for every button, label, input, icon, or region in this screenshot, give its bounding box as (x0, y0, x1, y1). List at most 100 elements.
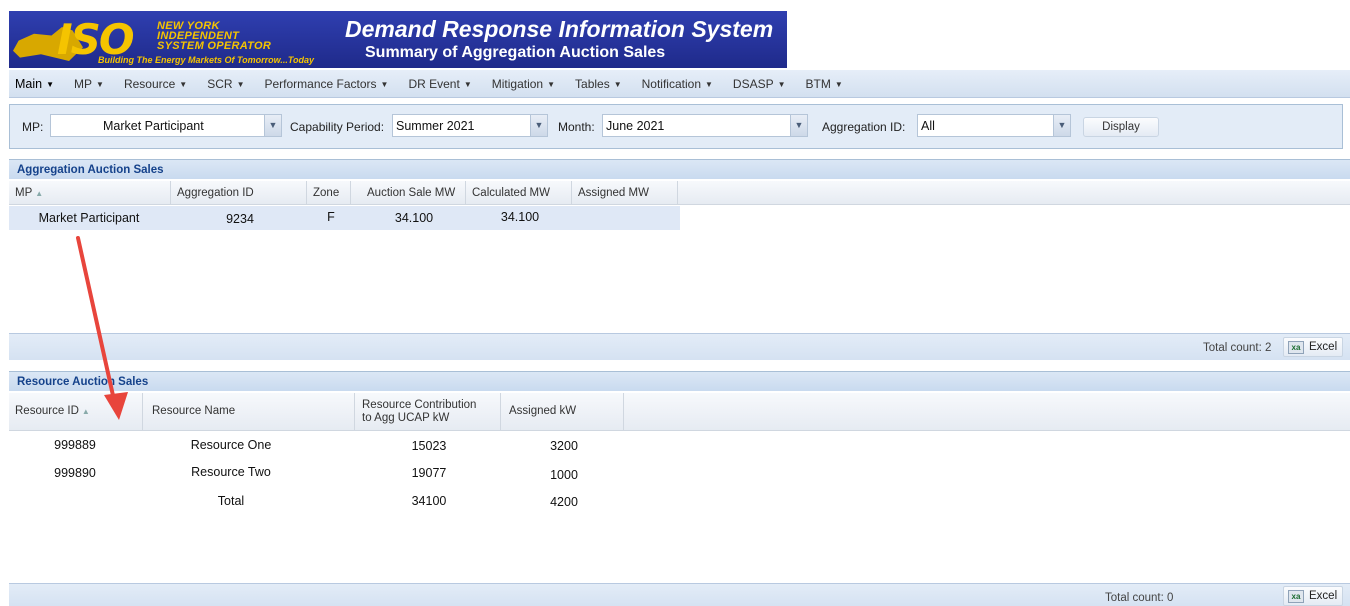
menu-mitigation-label: Mitigation (491, 76, 544, 91)
mp-select[interactable]: Market Participant ▼ (50, 114, 282, 137)
col-resource-contribution-line2: to Agg UCAP kW (362, 412, 450, 424)
menu-btm-label: BTM (805, 76, 831, 91)
aggregation-id-value: All (921, 119, 935, 133)
table-row[interactable]: 999889 Resource One 15023 3200 (9, 432, 624, 458)
cell-resource-contribution: 34100 (411, 494, 447, 508)
cell-assigned-kw: 1000 (550, 468, 578, 482)
menu-btm[interactable]: BTM ▼ (796, 77, 853, 91)
chevron-down-icon: ▼ (547, 79, 556, 89)
banner-background: ISO NEW YORK INDEPENDENT SYSTEM OPERATOR… (9, 11, 787, 68)
chevron-down-icon[interactable]: ▼ (264, 115, 281, 136)
cell-calculated-mw: 34.100 (500, 210, 540, 224)
cell-resource-id: 999889 (54, 438, 96, 452)
chevron-down-icon[interactable]: ▼ (790, 115, 807, 136)
chevron-down-icon[interactable]: ▼ (1053, 115, 1070, 136)
aggregation-panel-title: Aggregation Auction Sales (9, 159, 1350, 179)
cell-resource-contribution: 19077 (411, 466, 447, 480)
month-select[interactable]: June 2021 ▼ (602, 114, 808, 137)
resource-footer: Total count: 0 xa Excel (9, 583, 1350, 606)
chevron-down-icon: ▼ (613, 79, 622, 89)
col-mp-label: MP (15, 187, 33, 199)
menu-mp-label: MP (74, 76, 93, 91)
col-calculated-mw[interactable]: Calculated MW (466, 181, 572, 204)
col-resource-name[interactable]: Resource Name (143, 393, 355, 430)
display-button[interactable]: Display (1083, 117, 1159, 137)
resource-grid-header: Resource ID ▲ Resource Name Resource Cont… (9, 393, 1350, 431)
capability-period-select[interactable]: Summer 2021 ▼ (392, 114, 548, 137)
cell-resource-name: Resource One (190, 438, 272, 452)
sort-asc-icon: ▲ (81, 407, 90, 416)
aggregation-grid-header: MP ▲ Aggregation ID Zone Auction Sale MW … (9, 181, 1350, 205)
resource-panel-title: Resource Auction Sales (9, 371, 1350, 391)
col-assigned-kw[interactable]: Assigned kW (501, 393, 624, 430)
menu-performance-factors[interactable]: Performance Factors ▼ (254, 77, 398, 91)
menu-mp[interactable]: MP ▼ (64, 77, 114, 91)
mp-select-value: Market Participant (103, 119, 204, 133)
aggregation-grid-body: Market Participant 9234 F 34.100 34.100 (9, 206, 1350, 330)
col-aggregation-id[interactable]: Aggregation ID (171, 181, 307, 204)
chevron-down-icon: ▼ (236, 79, 245, 89)
chevron-down-icon[interactable]: ▼ (530, 115, 547, 136)
aggregation-total-count: Total count: 2 (1203, 342, 1272, 354)
menu-resource[interactable]: Resource ▼ (114, 77, 197, 91)
chevron-down-icon: ▼ (463, 79, 472, 89)
col-resource-contribution[interactable]: Resource Contribution to Agg UCAP kW (355, 393, 501, 430)
cell-assigned-kw: 4200 (550, 495, 578, 509)
aggregation-id-label: Aggregation ID: (822, 120, 906, 134)
col-auction-sale-mw[interactable]: Auction Sale MW (351, 181, 466, 204)
col-resource-id[interactable]: Resource ID ▲ (9, 393, 143, 430)
cell-assigned-kw: 3200 (550, 439, 578, 453)
logo-tagline: Building The Energy Markets Of Tomorrow.… (98, 55, 315, 65)
resource-excel-button[interactable]: xa Excel (1283, 586, 1343, 606)
aggregation-footer: Total count: 2 xa Excel (9, 333, 1350, 360)
cell-mp: Market Participant (38, 211, 140, 225)
cell-resource-id: 999890 (54, 466, 96, 480)
chevron-down-icon: ▼ (380, 79, 389, 89)
cell-zone: F (327, 210, 335, 224)
menu-main[interactable]: Main ▼ (9, 77, 64, 91)
menu-scr-label: SCR (207, 76, 233, 91)
menu-dsasp-label: DSASP (732, 76, 774, 91)
cell-resource-name: Resource Two (191, 465, 271, 479)
chevron-down-icon: ▼ (179, 79, 188, 89)
nyiso-logo: ISO NEW YORK INDEPENDENT SYSTEM OPERATOR… (13, 17, 343, 65)
filter-panel: MP: Market Participant ▼ Capability Peri… (9, 104, 1343, 149)
capability-period-label: Capability Period: (290, 120, 385, 134)
col-zone[interactable]: Zone (307, 181, 351, 204)
menu-main-label: Main (15, 76, 43, 91)
main-menu-bar: Main ▼ MP ▼ Resource ▼ SCR ▼ Performance Fac… (9, 70, 1350, 98)
menu-notification[interactable]: Notification ▼ (632, 77, 723, 91)
capability-period-value: Summer 2021 (396, 119, 475, 133)
menu-dr-event[interactable]: DR Event ▼ (398, 77, 481, 91)
chevron-down-icon: ▼ (46, 79, 55, 89)
resource-total-count: Total count: 0 (1105, 592, 1174, 604)
mp-label: MP: (22, 120, 44, 134)
app-title: Demand Response Information System (345, 16, 774, 42)
table-row[interactable]: 999890 Resource Two 19077 1000 (9, 459, 624, 485)
cell-aggregation-id: 9234 (226, 212, 254, 226)
cell-resource-name: Total (217, 494, 245, 508)
aggregation-excel-button[interactable]: xa Excel (1283, 337, 1343, 357)
month-label: Month: (558, 120, 595, 134)
menu-mitigation[interactable]: Mitigation ▼ (482, 77, 565, 91)
menu-scr[interactable]: SCR ▼ (197, 77, 254, 91)
resource-grid-body: 999889 Resource One 15023 3200 999890 Re… (9, 432, 1350, 582)
col-assigned-mw[interactable]: Assigned MW (572, 181, 678, 204)
menu-tables-label: Tables (575, 76, 610, 91)
logo-org-line3: SYSTEM OPERATOR (157, 40, 272, 52)
chevron-down-icon: ▼ (96, 79, 104, 89)
menu-dr-event-label: DR Event (408, 76, 460, 91)
page-title: Summary of Aggregation Auction Sales (365, 44, 666, 61)
menu-dsasp[interactable]: DSASP ▼ (723, 77, 796, 91)
aggregation-id-select[interactable]: All ▼ (917, 114, 1071, 137)
month-value: June 2021 (606, 119, 665, 133)
menu-tables[interactable]: Tables ▼ (565, 77, 632, 91)
excel-icon: xa (1288, 590, 1304, 603)
chevron-down-icon: ▼ (777, 79, 786, 89)
table-row[interactable]: Market Participant 9234 F 34.100 34.100 (9, 206, 680, 230)
cell-auction-sale-mw: 34.100 (394, 211, 434, 225)
resource-excel-label: Excel (1309, 590, 1338, 602)
col-mp[interactable]: MP ▲ (9, 181, 171, 204)
chevron-down-icon: ▼ (834, 79, 843, 89)
table-row[interactable]: Total 34100 4200 (9, 486, 624, 512)
